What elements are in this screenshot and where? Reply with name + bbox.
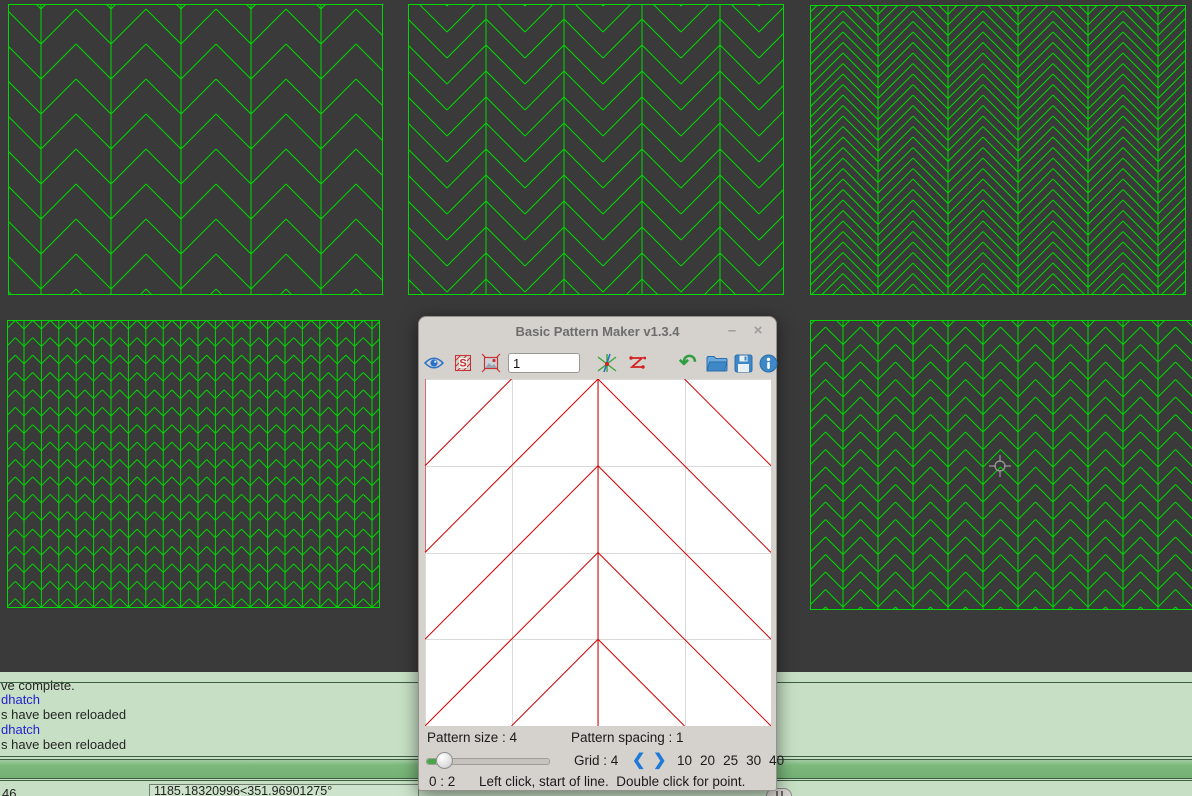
pattern-size-label: Pattern size : 4 [427, 730, 517, 745]
save-hatch-icon[interactable]: S [453, 353, 473, 373]
grid-preset[interactable]: 10 [677, 753, 692, 768]
crosshair-cursor-icon [988, 454, 1012, 483]
open-folder-icon[interactable] [706, 355, 728, 372]
preview-eye-icon[interactable] [424, 356, 444, 370]
coordinate-field[interactable]: 1185.18320996<351.96901275° [149, 784, 419, 796]
pattern-canvas[interactable] [425, 379, 771, 726]
scale-input[interactable] [508, 353, 580, 373]
grid-prev-button[interactable]: ❮ [632, 752, 645, 769]
console-line-link[interactable]: dhatch [1, 722, 40, 737]
console-line: s have been reloaded [1, 707, 126, 722]
grid-preset[interactable]: 40 [769, 753, 784, 768]
grid-label: Grid : 4 [574, 753, 618, 768]
zigzag-line-icon[interactable] [627, 354, 647, 372]
pattern-spacing-label: Pattern spacing : 1 [571, 730, 684, 745]
minimize-button[interactable]: – [720, 317, 744, 347]
grid-preset-values[interactable]: 10 20 25 30 40 [677, 753, 792, 768]
console-line: ve complete. [1, 678, 75, 693]
svg-text:S: S [459, 358, 466, 370]
snap-burst-icon[interactable] [596, 352, 618, 374]
hint-text: Left click, start of line. Double click … [479, 774, 745, 789]
status-left-value: 46 [2, 786, 16, 796]
undo-icon[interactable]: ↶ [679, 353, 697, 373]
hatch-swatch-top-left[interactable] [8, 4, 383, 295]
grid-preset[interactable]: 25 [723, 753, 738, 768]
grid-next-button[interactable]: ❯ [653, 752, 666, 769]
slider-fill [427, 759, 436, 764]
image-pattern-icon[interactable] [481, 353, 501, 373]
hatch-swatch-bottom-left[interactable] [7, 320, 380, 608]
hatch-swatch-top-middle[interactable] [408, 4, 784, 295]
pattern-maker-dialog: Basic Pattern Maker v1.3.4 – × [418, 316, 777, 791]
slider-handle[interactable] [436, 752, 453, 769]
hatch-swatch-top-right[interactable] [810, 5, 1186, 295]
dialog-titlebar[interactable]: Basic Pattern Maker v1.3.4 – × [419, 317, 776, 347]
grid-preset[interactable]: 30 [746, 753, 761, 768]
info-icon[interactable] [759, 354, 778, 373]
console-line-link[interactable]: dhatch [1, 692, 40, 707]
grid-preset[interactable]: 20 [700, 753, 715, 768]
pattern-size-slider[interactable] [426, 758, 550, 765]
save-file-icon[interactable] [734, 354, 753, 373]
app-screen: ve complete. dhatch s have been reloaded… [0, 0, 1192, 796]
dialog-toolbar: S [419, 347, 776, 379]
close-button[interactable]: × [746, 317, 770, 347]
cursor-cell-label: 0 : 2 [429, 774, 455, 789]
console-line: s have been reloaded [1, 737, 126, 752]
